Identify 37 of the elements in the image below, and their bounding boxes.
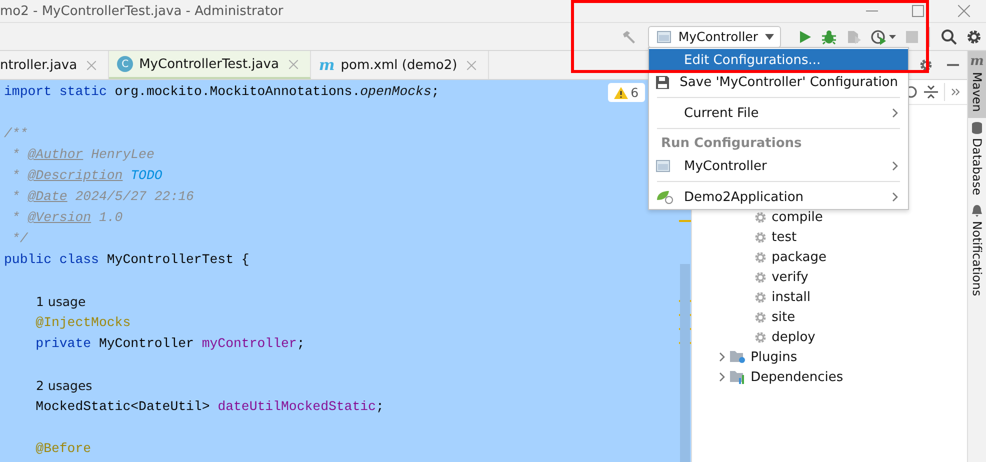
code-line: * @Author HenryLee bbox=[10, 146, 154, 164]
tree-item[interactable]: Plugins bbox=[718, 347, 798, 367]
editor-tab[interactable]: C MyControllerTest.java bbox=[109, 51, 311, 79]
menu-item[interactable]: Save 'MyController' Configuration bbox=[649, 71, 908, 93]
code-line: */ bbox=[10, 230, 28, 248]
usage-hint[interactable]: 1 usage bbox=[36, 291, 86, 312]
side-tool-tab[interactable]: Notifications bbox=[968, 201, 986, 302]
tree-item[interactable]: compile bbox=[754, 207, 823, 227]
menu-section-header: Run Configurations bbox=[660, 135, 803, 153]
code-line: * @Version 1.0 bbox=[10, 209, 123, 227]
side-tool-tab[interactable]: Database bbox=[968, 118, 986, 202]
side-tool-tab[interactable]: m Maven bbox=[968, 51, 986, 118]
menu-item[interactable]: Demo2Application bbox=[649, 186, 908, 208]
code-line: private MyController myController; bbox=[34, 335, 305, 353]
run-configuration-dropdown[interactable]: MyController bbox=[648, 26, 781, 48]
tree-item[interactable]: verify bbox=[754, 267, 808, 287]
code-line: * @Description TODO bbox=[10, 167, 162, 185]
warning-count-badge[interactable]: 6 bbox=[608, 83, 645, 102]
code-line: public class MyControllerTest { bbox=[4, 251, 250, 269]
tree-item[interactable]: test bbox=[754, 227, 797, 247]
tree-item[interactable]: deploy bbox=[754, 327, 816, 347]
tree-item[interactable]: site bbox=[754, 307, 796, 327]
usage-hint[interactable]: 2 usages bbox=[36, 375, 92, 396]
code-line: /** bbox=[4, 125, 28, 143]
menu-item[interactable]: MyController bbox=[649, 155, 908, 177]
code-line: import static org.mockito.MockitoAnnotations.openMocks; bbox=[4, 83, 440, 101]
code-line: @InjectMocks bbox=[34, 314, 131, 332]
code-line: MockedStatic<DateUtil> dateUtilMockedStatic; bbox=[34, 398, 384, 416]
code-line: @Before bbox=[34, 440, 92, 458]
code-line: * @Date 2024/5/27 22:16 bbox=[10, 188, 194, 206]
menu-item[interactable]: Current File bbox=[649, 102, 908, 124]
window-title: mo2 - MyControllerTest.java - Administrator bbox=[0, 4, 284, 18]
tree-item[interactable]: install bbox=[754, 287, 811, 307]
tree-item[interactable]: package bbox=[754, 247, 826, 267]
tree-item[interactable]: Dependencies bbox=[718, 367, 844, 387]
editor-tab[interactable]: m pom.xml (demo2) bbox=[310, 51, 490, 79]
menu-item[interactable]: Edit Configurations... bbox=[649, 49, 908, 71]
